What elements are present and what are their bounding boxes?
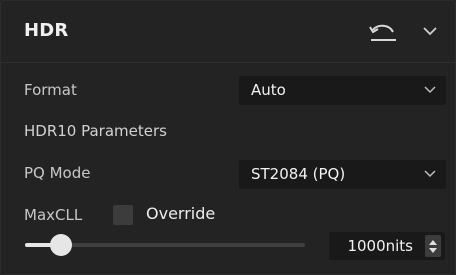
panel-header: HDR [1,1,456,63]
pq-mode-value: ST2084 (PQ) [251,165,346,183]
maxcll-value[interactable]: 1000nits [347,237,413,255]
decrement-arrow-icon[interactable] [429,248,437,254]
hdr-panel: HDR Format Auto HDR10 Parameters PQ Mode… [0,0,456,275]
chevron-down-icon [424,170,436,178]
hdr10-parameters-heading: HDR10 Parameters [24,122,167,140]
increment-arrow-icon[interactable] [429,239,437,245]
override-checkbox[interactable] [113,205,133,225]
pq-mode-dropdown[interactable]: ST2084 (PQ) [239,160,446,189]
maxcll-spinbox[interactable]: 1000nits [329,232,445,260]
format-dropdown[interactable]: Auto [239,76,446,105]
panel-title: HDR [24,20,69,41]
chevron-down-icon [424,86,436,94]
slider-thumb[interactable] [50,234,72,256]
undo-reset-icon[interactable] [368,21,398,43]
format-label: Format [24,81,77,99]
override-label[interactable]: Override [146,204,215,223]
maxcll-slider[interactable] [25,233,315,257]
spin-buttons[interactable] [425,235,441,257]
format-value: Auto [251,81,286,99]
pq-mode-label: PQ Mode [24,164,91,182]
maxcll-label: MaxCLL [24,206,83,224]
chevron-down-icon[interactable] [422,25,438,37]
